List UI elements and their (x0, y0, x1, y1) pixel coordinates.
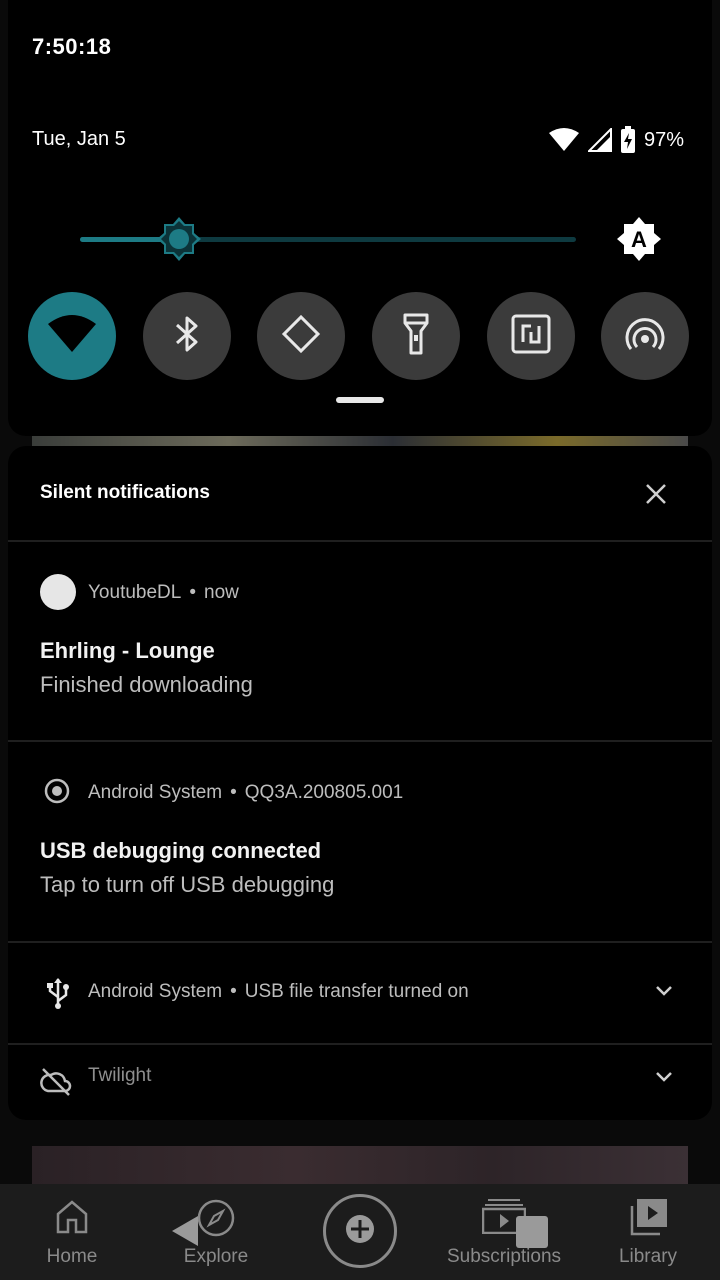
system-back-icon[interactable] (170, 1214, 200, 1253)
section-title: Silent notifications (40, 482, 210, 503)
notification-title: Ehrling - Lounge (40, 638, 215, 663)
auto-rotate-icon (279, 312, 323, 361)
app-name: Twilight (88, 1065, 152, 1086)
cloud-off-icon (40, 1065, 72, 1102)
android-system-icon (44, 778, 70, 809)
create-button[interactable] (323, 1194, 397, 1268)
notification-header: Android System • USB file transfer turned … (88, 981, 469, 1003)
app-icon (40, 574, 76, 615)
nav-label: Home (46, 1246, 98, 1267)
nav-label: Explore (183, 1246, 249, 1267)
system-recents-icon[interactable] (516, 1216, 548, 1248)
cell-signal-icon (587, 128, 612, 152)
hotspot-icon (624, 317, 666, 356)
app-name: Android System (88, 782, 223, 803)
notification-header: Twilight (88, 1065, 151, 1087)
nav-explore[interactable]: Explore (144, 1184, 288, 1280)
notification-title: USB debugging connected (40, 838, 322, 863)
auto-rotate-tile[interactable] (257, 292, 345, 380)
notification-usb-debugging[interactable]: Android System • QQ3A.200805.001 USB debug… (8, 742, 712, 942)
notifications-panel: Silent notifications YoutubeDL • now Ehrli… (8, 446, 712, 1120)
flashlight-tile[interactable] (372, 292, 460, 380)
expand-button[interactable] (654, 983, 674, 1002)
compass-icon (196, 1198, 236, 1243)
battery-charging-icon (620, 126, 636, 154)
brightness-thumb-icon[interactable] (156, 216, 202, 267)
close-icon (642, 484, 670, 512)
notification-subtext: USB file transfer turned on (244, 981, 469, 1002)
status-clock: 7:50:18 (32, 34, 112, 59)
notification-twilight[interactable]: Twilight (8, 1045, 712, 1120)
usb-icon (46, 977, 70, 1014)
notification-shade-screen: 7:50:18 Tue, Jan 5 97% A Silent notifica… (0, 0, 720, 1280)
wifi-icon (46, 314, 98, 359)
nav-home[interactable]: Home (0, 1184, 144, 1280)
dismiss-silent-button[interactable] (642, 480, 670, 513)
battery-percent: 97% (643, 128, 684, 151)
app-name: YoutubeDL (88, 582, 182, 603)
bluetooth-icon (172, 314, 202, 359)
background-app-thumbnail (32, 1146, 688, 1186)
nav-library[interactable]: Library (576, 1184, 720, 1280)
separator: • (230, 782, 237, 803)
hotspot-tile[interactable] (601, 292, 689, 380)
notification-time: now (204, 582, 239, 603)
notification-header: Android System • QQ3A.200805.001 (88, 782, 403, 804)
status-date[interactable]: Tue, Jan 5 (32, 128, 126, 151)
library-icon (628, 1198, 668, 1241)
quick-settings-tiles (28, 292, 692, 380)
notification-usb-file-transfer[interactable]: Android System • USB file transfer turned … (8, 943, 712, 1043)
bluetooth-tile[interactable] (143, 292, 231, 380)
wifi-signal-icon (548, 127, 580, 153)
nfc-icon (511, 314, 551, 359)
app-bottom-navigation: Home Explore Subscriptions Library (0, 1184, 720, 1280)
nav-subscriptions[interactable]: Subscriptions (432, 1184, 576, 1280)
brightness-slider[interactable] (80, 237, 576, 242)
notification-header: YoutubeDL • now (88, 582, 239, 604)
notification-text: Tap to turn off USB debugging (40, 872, 335, 897)
app-name: Android System (88, 981, 223, 1002)
notification-youtubedl[interactable]: YoutubeDL • now Ehrling - Lounge Finished … (8, 542, 712, 742)
chevron-down-icon (654, 984, 674, 1001)
home-icon (54, 1198, 90, 1239)
notification-subtext: QQ3A.200805.001 (244, 782, 404, 803)
status-icons: 97% (548, 126, 684, 154)
notification-text: Finished downloading (40, 672, 253, 697)
wifi-tile[interactable] (28, 292, 116, 380)
nav-label: Library (618, 1246, 678, 1267)
chevron-down-icon (654, 1070, 674, 1087)
nfc-tile[interactable] (487, 292, 575, 380)
separator: • (230, 981, 237, 1002)
silent-notifications-header: Silent notifications (8, 446, 712, 542)
flashlight-icon (401, 313, 431, 360)
expand-button[interactable] (654, 1069, 674, 1088)
nav-label: Subscriptions (446, 1246, 562, 1267)
shade-drag-handle[interactable] (336, 397, 384, 403)
separator: • (189, 582, 196, 603)
auto-brightness-label: A (631, 227, 647, 252)
auto-brightness-button[interactable]: A (616, 216, 662, 267)
plus-icon (345, 1214, 375, 1249)
